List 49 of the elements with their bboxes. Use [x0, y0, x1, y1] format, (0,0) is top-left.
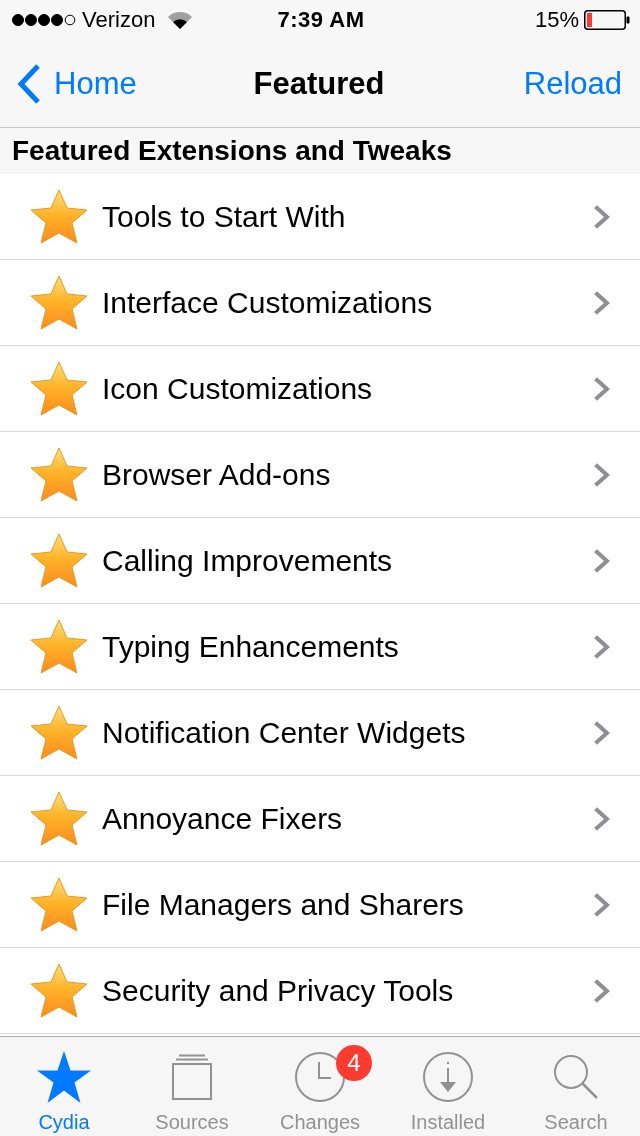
star-icon: [30, 188, 88, 245]
back-chevron-icon: [16, 62, 42, 105]
chevron-icon: [594, 462, 610, 487]
row-label: Tools to Start With: [102, 199, 347, 234]
chevron-icon: [594, 548, 610, 573]
row-label: Browser Add-ons: [102, 457, 332, 492]
chevron-icon: [594, 290, 610, 315]
row-label: Annoyance Fixers: [102, 801, 344, 836]
chevron-icon: [594, 978, 610, 1003]
row-label: Notification Center Widgets: [102, 715, 467, 750]
nav-title: Featured: [253, 65, 385, 102]
row-label: Interface Customizations: [102, 285, 434, 320]
clock-icon: [295, 1052, 345, 1102]
star-icon: [30, 274, 88, 331]
row-label: Typing Enhancements: [102, 629, 400, 664]
star-icon: [30, 618, 88, 675]
star-icon: [30, 704, 88, 761]
star-icon: [30, 962, 88, 1019]
stack-icon: [171, 1054, 213, 1100]
chevron-icon: [594, 376, 610, 401]
battery-percent: 15%: [534, 7, 579, 33]
chevron-icon: [594, 806, 610, 831]
count-badge: 4: [336, 1045, 372, 1081]
back-button[interactable]: Home: [16, 62, 137, 105]
row-label: Calling Improvements: [102, 543, 394, 578]
star-icon: [37, 1051, 91, 1103]
row-label: File Managers and Sharers: [102, 887, 465, 922]
chevron-icon: [594, 204, 610, 229]
star-icon: [30, 532, 88, 589]
signal-icon: [12, 14, 76, 26]
clock-time: 7:39 AM: [277, 7, 365, 33]
carrier-name: Verizon: [82, 7, 156, 33]
star-icon: [30, 876, 88, 933]
section-title: Featured Extensions and Tweaks: [12, 135, 452, 167]
star-icon: [30, 360, 88, 417]
chevron-icon: [594, 892, 610, 917]
wifi-icon: [167, 11, 194, 29]
star-icon: [30, 446, 88, 503]
tab-item[interactable]: Cydia: [0, 1037, 128, 1136]
search-icon: [553, 1054, 599, 1100]
row-label: Security and Privacy Tools: [102, 973, 455, 1008]
download-icon: [423, 1052, 473, 1102]
chevron-icon: [594, 720, 610, 745]
reload-button[interactable]: Reload: [523, 65, 622, 102]
chevron-icon: [594, 634, 610, 659]
battery-icon: [584, 10, 630, 30]
row-label: Icon Customizations: [102, 371, 374, 406]
star-icon: [30, 790, 88, 847]
tab-item[interactable]: Changes 4: [256, 1037, 384, 1136]
